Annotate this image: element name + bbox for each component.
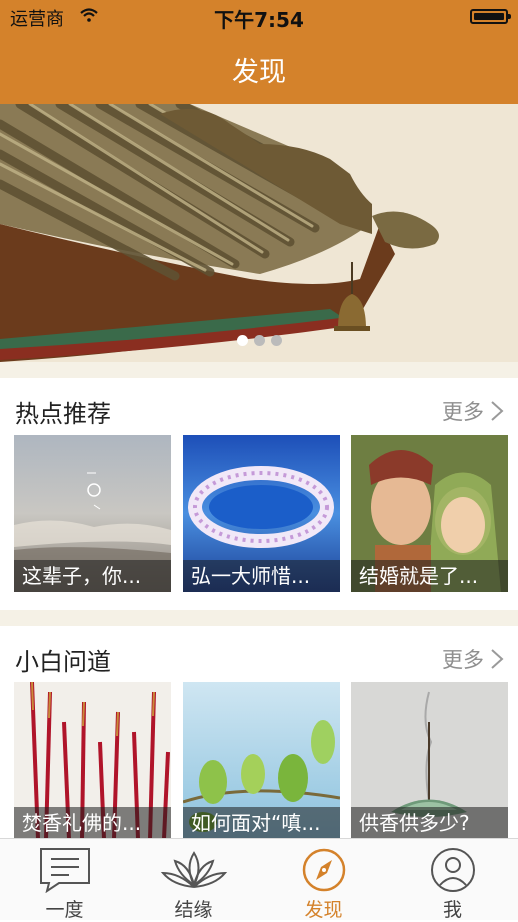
status-time: 下午7:54 <box>214 8 304 32</box>
more-label: 更多 <box>442 400 484 424</box>
hot-card-2[interactable]: 弘一大师惜... <box>183 435 340 592</box>
hot-more-link[interactable]: 更多 <box>442 396 504 426</box>
card-caption: 结婚就是了... <box>351 560 508 592</box>
carousel-dot[interactable] <box>253 335 265 346</box>
more-label: 更多 <box>442 648 484 672</box>
nav-header: 运营商 下午7:54 发现 <box>0 0 518 104</box>
hot-section-title: 热点推荐 <box>15 400 111 428</box>
tab-wo[interactable]: 我 <box>388 839 517 921</box>
tab-label: 我 <box>442 899 462 921</box>
battery-icon <box>470 9 511 24</box>
tab-faxian[interactable]: 发现 <box>259 839 388 921</box>
banner-carousel[interactable] <box>0 104 518 362</box>
tab-label: 发现 <box>304 899 343 921</box>
carousel-dot[interactable] <box>270 335 282 346</box>
qa-more-link[interactable]: 更多 <box>442 644 504 674</box>
card-caption: 弘一大师惜... <box>183 560 340 592</box>
card-caption: 如何面对“嗔... <box>183 807 340 839</box>
section-divider <box>0 610 518 626</box>
tab-label: 一度 <box>45 899 84 921</box>
tab-jieyuan[interactable]: 结缘 <box>129 839 258 921</box>
chevron-right-icon <box>491 401 504 421</box>
carousel-dot-active[interactable] <box>236 335 248 346</box>
hot-card-1[interactable]: 这辈子，你... <box>14 435 171 592</box>
status-bar: 运营商 下午7:54 <box>0 0 518 32</box>
tab-yidu[interactable]: 一度 <box>0 839 129 921</box>
temple-roof-image <box>0 104 518 362</box>
chat-bubble-icon <box>39 848 90 893</box>
qa-section-title: 小白问道 <box>15 648 111 676</box>
carousel-dots <box>0 331 518 346</box>
compass-icon <box>302 848 345 892</box>
tab-label: 结缘 <box>174 899 213 921</box>
section-divider <box>0 362 518 378</box>
tab-bar: 一度 结缘 发现 我 <box>0 838 518 921</box>
qa-card-1[interactable]: 焚香礼佛的... <box>14 682 171 839</box>
chevron-right-icon <box>491 649 504 669</box>
lotus-icon <box>160 851 227 888</box>
card-caption: 这辈子，你... <box>14 560 171 592</box>
page-title: 发现 <box>232 57 286 88</box>
qa-card-2[interactable]: 如何面对“嗔... <box>183 682 340 839</box>
card-caption: 焚香礼佛的... <box>14 807 171 839</box>
hot-card-3[interactable]: 结婚就是了... <box>351 435 508 592</box>
qa-card-3[interactable]: 供香供多少? <box>351 682 508 839</box>
person-icon <box>430 848 475 892</box>
card-caption: 供香供多少? <box>351 807 508 839</box>
